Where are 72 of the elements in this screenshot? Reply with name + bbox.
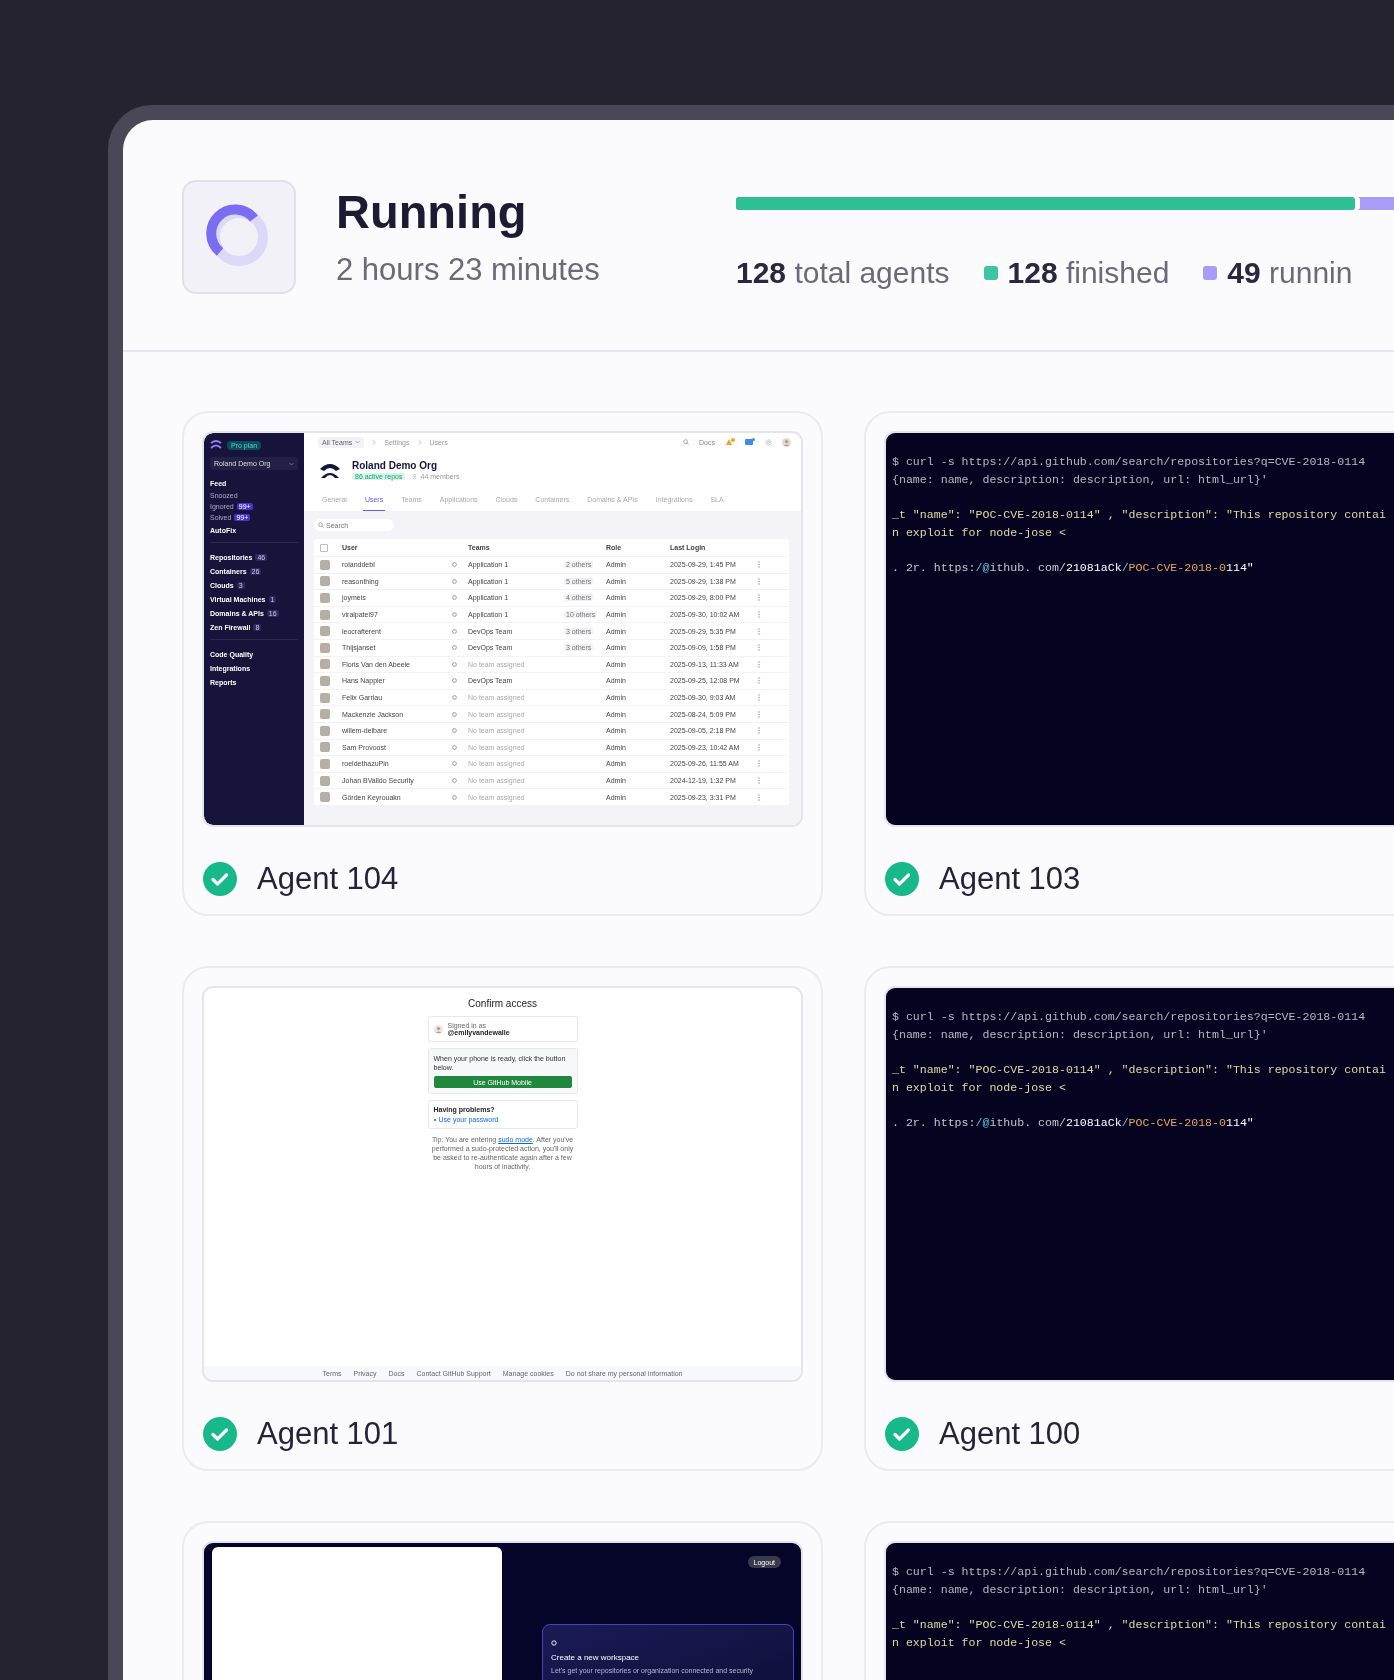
ring-icon <box>452 761 457 767</box>
terminal-line: $ curl -s https://api.github.com/search/repositories?q=CVE-2018-0114 <box>892 1564 1366 1580</box>
org-name: Roland Demo Org <box>352 460 438 471</box>
terminal-line: $ curl -s https://api.github.com/search/repositories?q=CVE-2018-0114 <box>892 1009 1366 1025</box>
agent-name: Agent 100 <box>939 1415 1081 1452</box>
terminal-line: _t "name": "POC-CVE-2018-0114" , "description": "This repository contai <box>892 1617 1386 1633</box>
people-icon <box>412 474 418 479</box>
terminal-line: {name: name, description: description, url: html_url}' <box>892 1027 1268 1043</box>
avatar-icon[interactable] <box>782 437 791 447</box>
avatar-placeholder <box>320 642 330 653</box>
avatar-placeholder <box>320 626 330 637</box>
chevron-icon <box>417 439 422 445</box>
workspace-title: Create a new workspace <box>551 1653 641 1662</box>
page-title: Confirm access <box>468 998 537 1009</box>
terminal-line: n exploit for node-jose < <box>892 1635 1066 1651</box>
stat-text: 49 runnin <box>1227 256 1353 290</box>
terminal-line: . 2r. https:/@ithub. com/21081aCk/POC-CVE-2018-0114" <box>892 560 1254 576</box>
ring-icon <box>452 794 457 800</box>
avatar-placeholder <box>320 775 330 786</box>
logo-icon <box>210 440 222 450</box>
notification-icon[interactable] <box>725 438 735 446</box>
ring-icon <box>452 728 457 734</box>
chevron-icon <box>372 439 377 445</box>
agent-name: Agent 101 <box>257 1415 399 1452</box>
terminal-line: n exploit for node-jose < <box>892 525 1066 541</box>
avatar-placeholder <box>320 725 330 736</box>
terminal-line: _t "name": "POC-CVE-2018-0114" , "description": "This repository contai <box>892 507 1386 523</box>
ring-icon <box>452 595 457 601</box>
chevron-icon <box>355 440 361 444</box>
checkbox[interactable] <box>320 543 328 552</box>
ring-icon <box>452 628 457 634</box>
avatar-placeholder <box>320 742 330 753</box>
terminal-line: _t "name": "POC-CVE-2018-0114" , "description": "This repository contai <box>892 1062 1386 1078</box>
chevron-icon <box>289 461 294 466</box>
stat-text: 128 finished <box>1007 256 1170 290</box>
terminal-line: {name: name, description: description, url: html_url}' <box>892 472 1268 488</box>
elapsed-time: 2 hours 23 minutes <box>336 252 601 288</box>
avatar-placeholder <box>320 709 330 720</box>
avatar-placeholder <box>320 758 330 769</box>
terminal-line: . 2r. https:/@ithub. com/21081aCk/POC-CVE-2018-0114" <box>892 1115 1254 1131</box>
ring-icon <box>452 711 457 717</box>
ring-icon <box>452 778 457 783</box>
stat-text: 128 total agents <box>736 256 950 290</box>
avatar-placeholder <box>320 559 330 570</box>
ring-icon <box>452 744 457 750</box>
ring-icon <box>452 562 457 568</box>
terminal-line: {name: name, description: description, url: html_url}' <box>892 1582 1268 1598</box>
avatar-placeholder <box>320 692 330 703</box>
avatar-placeholder <box>320 609 330 620</box>
settings-icon[interactable] <box>765 438 772 446</box>
avatar-placeholder <box>320 675 330 686</box>
search-icon <box>318 522 324 528</box>
terminal-line: n exploit for node-jose < <box>892 1080 1066 1096</box>
avatar-placeholder <box>320 593 330 603</box>
ring-icon <box>452 645 457 651</box>
ring-icon <box>452 612 457 618</box>
ring-icon <box>452 661 457 667</box>
ring-icon <box>452 678 457 684</box>
message-icon[interactable] <box>745 438 755 446</box>
run-title: Running <box>336 184 528 240</box>
avatar-placeholder <box>320 659 330 670</box>
avatar-icon <box>433 1024 443 1034</box>
avatar-placeholder <box>320 576 330 587</box>
agent-name: Agent 103 <box>939 860 1081 897</box>
org-logo-icon <box>318 461 342 479</box>
ring-icon <box>452 578 457 584</box>
search-icon[interactable] <box>683 439 690 445</box>
agent-name: Agent 104 <box>257 860 399 897</box>
ring-icon <box>452 695 457 701</box>
ring-icon <box>551 1640 557 1646</box>
avatar-placeholder <box>320 792 330 803</box>
terminal-line: $ curl -s https://api.github.com/search/repositories?q=CVE-2018-0114 <box>892 454 1366 470</box>
